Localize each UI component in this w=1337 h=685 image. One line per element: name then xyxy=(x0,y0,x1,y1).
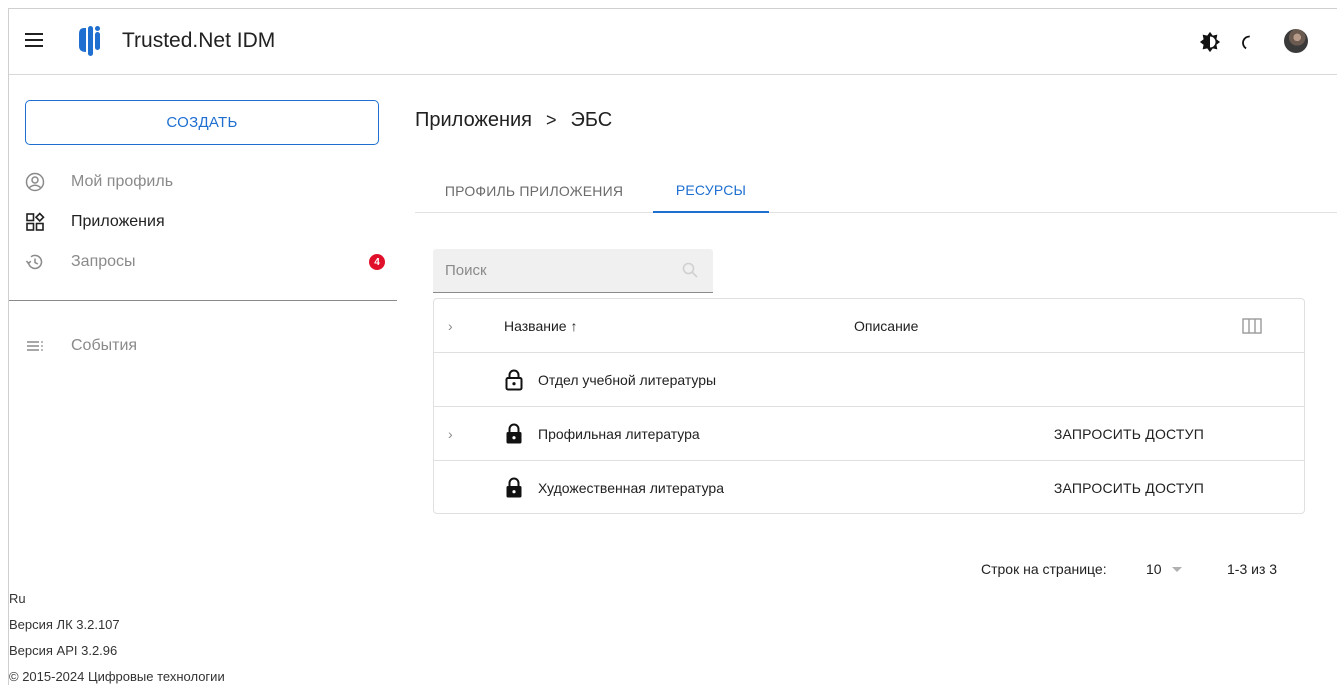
create-button[interactable]: СОЗДАТЬ xyxy=(25,100,379,145)
lk-version: Версия ЛК 3.2.107 xyxy=(9,617,120,632)
breadcrumb-current: ЭБС xyxy=(570,109,613,131)
expand-row-chevron-icon[interactable]: › xyxy=(448,407,462,460)
requests-count-badge: 4 xyxy=(369,254,385,270)
table-row[interactable]: Художественная литература ЗАПРОСИТЬ ДОСТ… xyxy=(434,461,1304,515)
sidebar-item-apps[interactable]: Приложения xyxy=(25,208,385,236)
sidebar-item-label: Мой профиль xyxy=(71,173,174,190)
column-header-name[interactable]: Название ↑ xyxy=(504,299,577,352)
resource-name-cell: Художественная литература xyxy=(504,461,724,514)
expand-all-chevron-icon[interactable]: › xyxy=(448,299,462,352)
rows-per-page-value: 10 xyxy=(1146,561,1162,577)
tab-resources[interactable]: РЕСУРСЫ xyxy=(653,169,769,213)
search-field xyxy=(433,249,713,293)
copyright: © 2015-2024 Цифровые технологии xyxy=(9,669,225,684)
search-icon[interactable] xyxy=(681,261,699,279)
logo-icon xyxy=(79,26,100,56)
search-input[interactable] xyxy=(433,249,673,292)
breadcrumb-parent[interactable]: Приложения xyxy=(415,109,532,132)
sidebar-item-label: Приложения xyxy=(71,213,165,230)
account-circle-icon xyxy=(25,172,45,192)
resource-name: Отдел учебной литературы xyxy=(538,371,717,388)
api-version: Версия API 3.2.96 xyxy=(9,643,118,658)
sidebar-item-events[interactable]: События xyxy=(25,332,385,360)
table-row[interactable]: Отдел учебной литературы xyxy=(434,353,1304,407)
resource-name: Профильная литература xyxy=(538,425,700,442)
avatar[interactable] xyxy=(1284,29,1308,53)
breadcrumb: Приложения > ЭБС xyxy=(415,109,612,132)
sidebar: СОЗДАТЬ Мой профиль Приложения Запросы 4 xyxy=(9,76,399,685)
theme-toggle-icon[interactable] xyxy=(1199,31,1221,53)
sidebar-footer: Ru Версия ЛК 3.2.107 Версия API 3.2.96 ©… xyxy=(9,586,225,685)
lock-icon xyxy=(506,477,522,497)
dropdown-arrow-icon xyxy=(1171,566,1182,572)
request-access-button[interactable]: ЗАПРОСИТЬ ДОСТУП xyxy=(1034,461,1204,514)
sidebar-item-requests[interactable]: Запросы 4 xyxy=(25,248,385,276)
tab-bar: ПРОФИЛЬ ПРИЛОЖЕНИЯ РЕСУРСЫ xyxy=(415,169,1337,213)
sidebar-item-label: Запросы xyxy=(71,253,136,270)
resource-name-cell: Отдел учебной литературы xyxy=(504,353,716,406)
columns-view-icon[interactable] xyxy=(1242,299,1262,352)
request-access-button[interactable]: ЗАПРОСИТЬ ДОСТУП xyxy=(1034,407,1204,460)
sidebar-item-label: События xyxy=(71,337,138,354)
app-title: Trusted.Net IDM xyxy=(122,29,276,52)
lock-icon xyxy=(506,423,522,443)
table-row[interactable]: › Профильная литература ЗАПРОСИТЬ ДОСТУП xyxy=(434,407,1304,461)
language-switch[interactable]: Ru xyxy=(9,586,225,612)
resource-name: Художественная литература xyxy=(538,479,724,496)
lock-open-icon xyxy=(505,369,523,390)
app-window: Trusted.Net IDM СОЗДАТЬ Мой профиль Прил… xyxy=(8,8,1337,685)
column-header-description[interactable]: Описание xyxy=(854,299,918,352)
list-icon xyxy=(25,336,45,356)
breadcrumb-separator: > xyxy=(546,110,557,130)
pagination-range: 1-3 из 3 xyxy=(1227,561,1278,577)
menu-icon[interactable] xyxy=(25,33,43,47)
rows-per-page-label: Строк на странице: xyxy=(981,561,1107,577)
app-header: Trusted.Net IDM xyxy=(9,9,1337,75)
rows-per-page-select[interactable]: 10 xyxy=(1146,561,1182,577)
resource-name-cell: Профильная литература xyxy=(504,407,700,460)
loading-spinner-icon xyxy=(1242,35,1250,50)
history-icon xyxy=(25,252,45,272)
apps-grid-icon xyxy=(25,212,45,232)
resources-table: › Название ↑ Описание Отдел учебной лите… xyxy=(433,298,1305,514)
table-header-row: › Название ↑ Описание xyxy=(434,299,1304,353)
sidebar-item-profile[interactable]: Мой профиль xyxy=(25,168,385,196)
tab-app-profile[interactable]: ПРОФИЛЬ ПРИЛОЖЕНИЯ xyxy=(415,169,653,213)
sidebar-divider xyxy=(9,300,397,301)
